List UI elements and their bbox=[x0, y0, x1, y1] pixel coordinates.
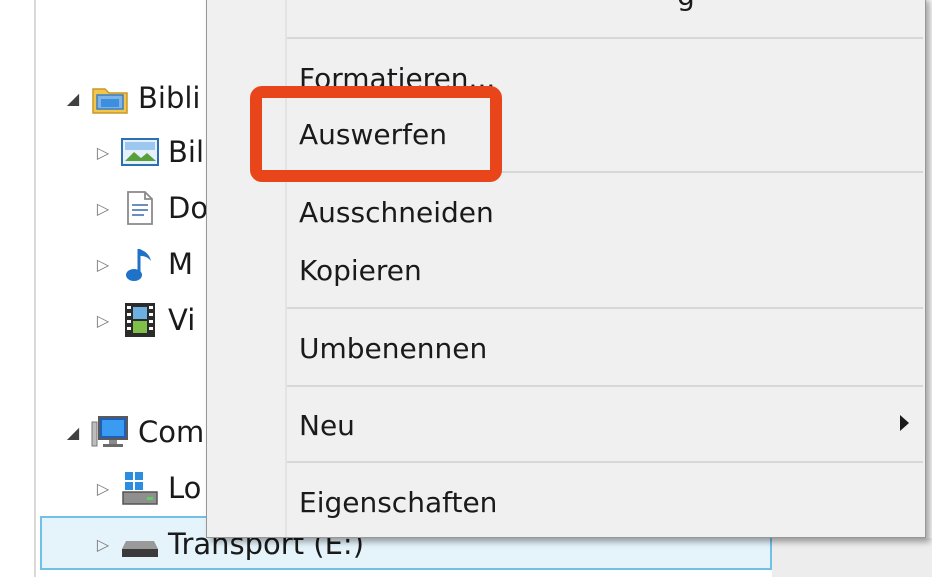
expanded-arrow-icon[interactable]: ◢ bbox=[62, 421, 84, 443]
menu-item-label: Umbenennen bbox=[299, 331, 488, 365]
menu-item-new[interactable]: Neu bbox=[287, 398, 923, 452]
menu-item-label: Kopieren bbox=[299, 253, 422, 287]
collapsed-arrow-icon[interactable]: ▷ bbox=[92, 141, 114, 163]
removable-drive-icon bbox=[120, 524, 160, 564]
collapsed-arrow-icon[interactable]: ▷ bbox=[92, 309, 114, 331]
libraries-folder-icon bbox=[90, 78, 130, 118]
details-pane-edge bbox=[772, 538, 932, 577]
collapsed-arrow-icon[interactable]: ▷ bbox=[92, 197, 114, 219]
context-menu: g Formatieren... Auswerfen Ausschneiden … bbox=[206, 0, 926, 538]
music-note-icon bbox=[120, 244, 160, 284]
menu-separator bbox=[287, 385, 923, 387]
menu-item-label: Neu bbox=[299, 408, 355, 442]
menu-separator bbox=[287, 307, 923, 309]
tree-item-local-disk[interactable]: ▷ Lo bbox=[92, 460, 202, 516]
explorer-window: ◢ Bibli ▷ Bil ▷ Do ▷ M ▷ Vi ◢ Com ▷ Lo ▷… bbox=[0, 0, 932, 577]
videos-film-icon bbox=[120, 300, 160, 340]
tree-item-pictures[interactable]: ▷ Bil bbox=[92, 124, 204, 180]
collapsed-arrow-icon[interactable]: ▷ bbox=[92, 477, 114, 499]
collapsed-arrow-icon[interactable]: ▷ bbox=[92, 253, 114, 275]
menu-item-copy[interactable]: Kopieren bbox=[287, 243, 923, 297]
menu-item-label: Eigenschaften bbox=[299, 485, 498, 519]
local-disk-icon bbox=[120, 468, 160, 508]
tree-label-pictures: Bil bbox=[168, 135, 205, 169]
menu-item-cut[interactable]: Ausschneiden bbox=[287, 185, 923, 239]
tree-label-computer: Com bbox=[138, 415, 205, 449]
tree-label-videos: Vi bbox=[168, 303, 196, 337]
menu-item-rename[interactable]: Umbenennen bbox=[287, 321, 923, 375]
eject-highlight-box bbox=[250, 86, 502, 182]
collapsed-arrow-icon[interactable]: ▷ bbox=[92, 533, 114, 555]
menu-separator bbox=[287, 37, 923, 39]
tree-item-music[interactable]: ▷ M bbox=[92, 236, 193, 292]
expanded-arrow-icon[interactable]: ◢ bbox=[62, 87, 84, 109]
tree-item-computer[interactable]: ◢ Com bbox=[62, 404, 204, 460]
tree-label-local-disk: Lo bbox=[168, 471, 202, 505]
tree-item-documents[interactable]: ▷ Do bbox=[92, 180, 208, 236]
tree-label-libraries: Bibli bbox=[138, 81, 201, 115]
tree-label-documents: Do bbox=[168, 191, 209, 225]
computer-icon bbox=[90, 412, 130, 452]
menu-separator bbox=[287, 461, 923, 463]
menu-item-label: Ausschneiden bbox=[299, 195, 494, 229]
tree-item-libraries[interactable]: ◢ Bibli bbox=[62, 70, 201, 126]
tree-label-music: M bbox=[168, 247, 194, 281]
submenu-arrow-icon bbox=[900, 415, 909, 431]
tree-item-videos[interactable]: ▷ Vi bbox=[92, 292, 195, 348]
menu-item-properties[interactable]: Eigenschaften bbox=[287, 475, 923, 529]
documents-icon bbox=[120, 188, 160, 228]
pictures-icon bbox=[120, 132, 160, 172]
menu-item-cut-off: g bbox=[677, 0, 695, 12]
tree-border bbox=[34, 0, 36, 577]
